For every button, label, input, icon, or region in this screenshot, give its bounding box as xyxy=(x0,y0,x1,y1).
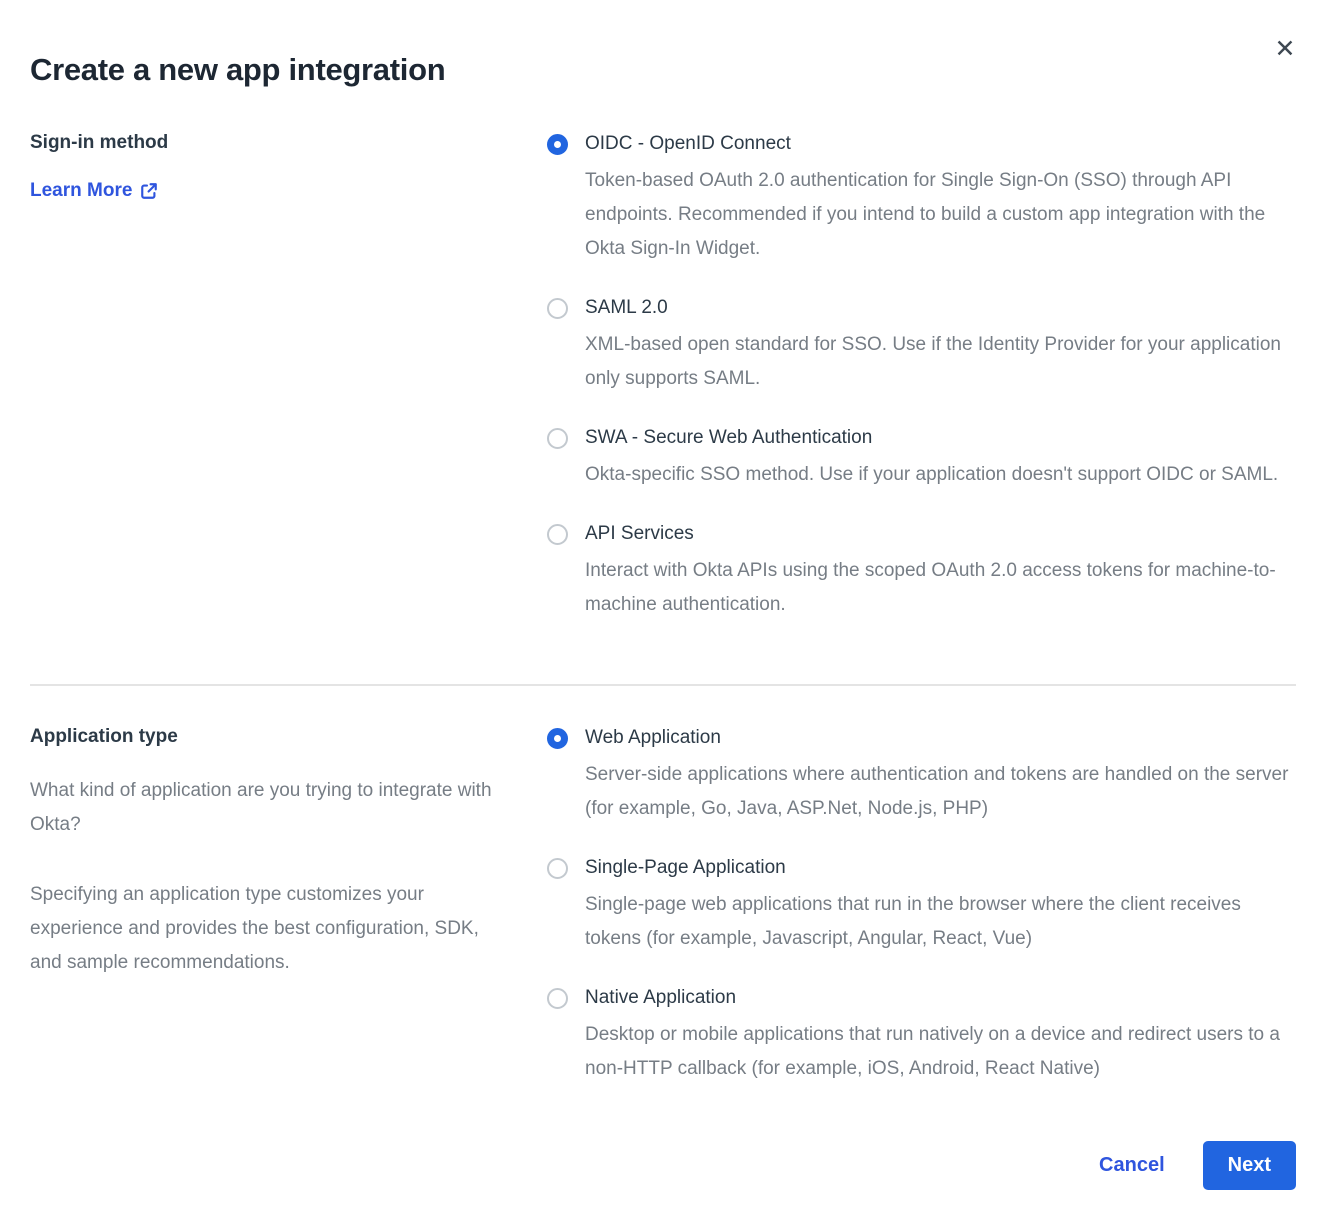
option-label: SAML 2.0 xyxy=(585,296,1296,320)
option-label: Web Application xyxy=(585,726,1296,750)
radio-option-saml[interactable]: SAML 2.0 XML-based open standard for SSO… xyxy=(547,296,1296,396)
radio-unselected-icon[interactable] xyxy=(547,858,568,879)
sign-in-method-options: OIDC - OpenID Connect Token-based OAuth … xyxy=(547,132,1296,622)
close-icon[interactable]: ✕ xyxy=(1270,34,1300,64)
sign-in-method-section: Sign-in method Learn More OIDC - OpenID … xyxy=(30,132,1296,622)
page-title: Create a new app integration xyxy=(30,52,1296,88)
option-description: Server-side applications where authentic… xyxy=(585,758,1296,826)
radio-option-swa[interactable]: SWA - Secure Web Authentication Okta-spe… xyxy=(547,426,1296,492)
application-type-left-column: Application type What kind of applicatio… xyxy=(30,726,547,1086)
radio-unselected-icon[interactable] xyxy=(547,524,568,545)
application-type-description-1: What kind of application are you trying … xyxy=(30,774,510,842)
application-type-section: Application type What kind of applicatio… xyxy=(30,726,1296,1086)
option-label: OIDC - OpenID Connect xyxy=(585,132,1296,156)
option-description: Okta-specific SSO method. Use if your ap… xyxy=(585,458,1278,492)
option-label: Native Application xyxy=(585,986,1296,1010)
option-label: SWA - Secure Web Authentication xyxy=(585,426,1278,450)
application-type-description-2: Specifying an application type customize… xyxy=(30,878,510,980)
radio-option-oidc[interactable]: OIDC - OpenID Connect Token-based OAuth … xyxy=(547,132,1296,266)
option-description: XML-based open standard for SSO. Use if … xyxy=(585,328,1296,396)
learn-more-link[interactable]: Learn More xyxy=(30,180,158,202)
option-description: Single-page web applications that run in… xyxy=(585,888,1296,956)
sign-in-method-left-column: Sign-in method Learn More xyxy=(30,132,547,622)
radio-selected-icon[interactable] xyxy=(547,134,568,155)
option-label: Single-Page Application xyxy=(585,856,1296,880)
create-app-integration-dialog: ✕ Create a new app integration Sign-in m… xyxy=(0,0,1332,1210)
application-type-options: Web Application Server-side applications… xyxy=(547,726,1296,1086)
cancel-button[interactable]: Cancel xyxy=(1099,1154,1165,1177)
sign-in-method-heading: Sign-in method xyxy=(30,132,517,154)
radio-selected-icon[interactable] xyxy=(547,728,568,749)
radio-option-native-application[interactable]: Native Application Desktop or mobile app… xyxy=(547,986,1296,1086)
dialog-footer: Cancel Next xyxy=(30,1141,1296,1190)
external-link-icon xyxy=(140,182,158,200)
radio-option-api-services[interactable]: API Services Interact with Okta APIs usi… xyxy=(547,522,1296,622)
radio-unselected-icon[interactable] xyxy=(547,298,568,319)
section-divider xyxy=(30,684,1296,686)
radio-option-single-page-application[interactable]: Single-Page Application Single-page web … xyxy=(547,856,1296,956)
option-description: Token-based OAuth 2.0 authentication for… xyxy=(585,164,1296,266)
next-button[interactable]: Next xyxy=(1203,1141,1296,1190)
option-description: Interact with Okta APIs using the scoped… xyxy=(585,554,1296,622)
option-description: Desktop or mobile applications that run … xyxy=(585,1018,1296,1086)
learn-more-label: Learn More xyxy=(30,180,132,202)
option-label: API Services xyxy=(585,522,1296,546)
application-type-heading: Application type xyxy=(30,726,517,748)
radio-unselected-icon[interactable] xyxy=(547,988,568,1009)
radio-unselected-icon[interactable] xyxy=(547,428,568,449)
radio-option-web-application[interactable]: Web Application Server-side applications… xyxy=(547,726,1296,826)
